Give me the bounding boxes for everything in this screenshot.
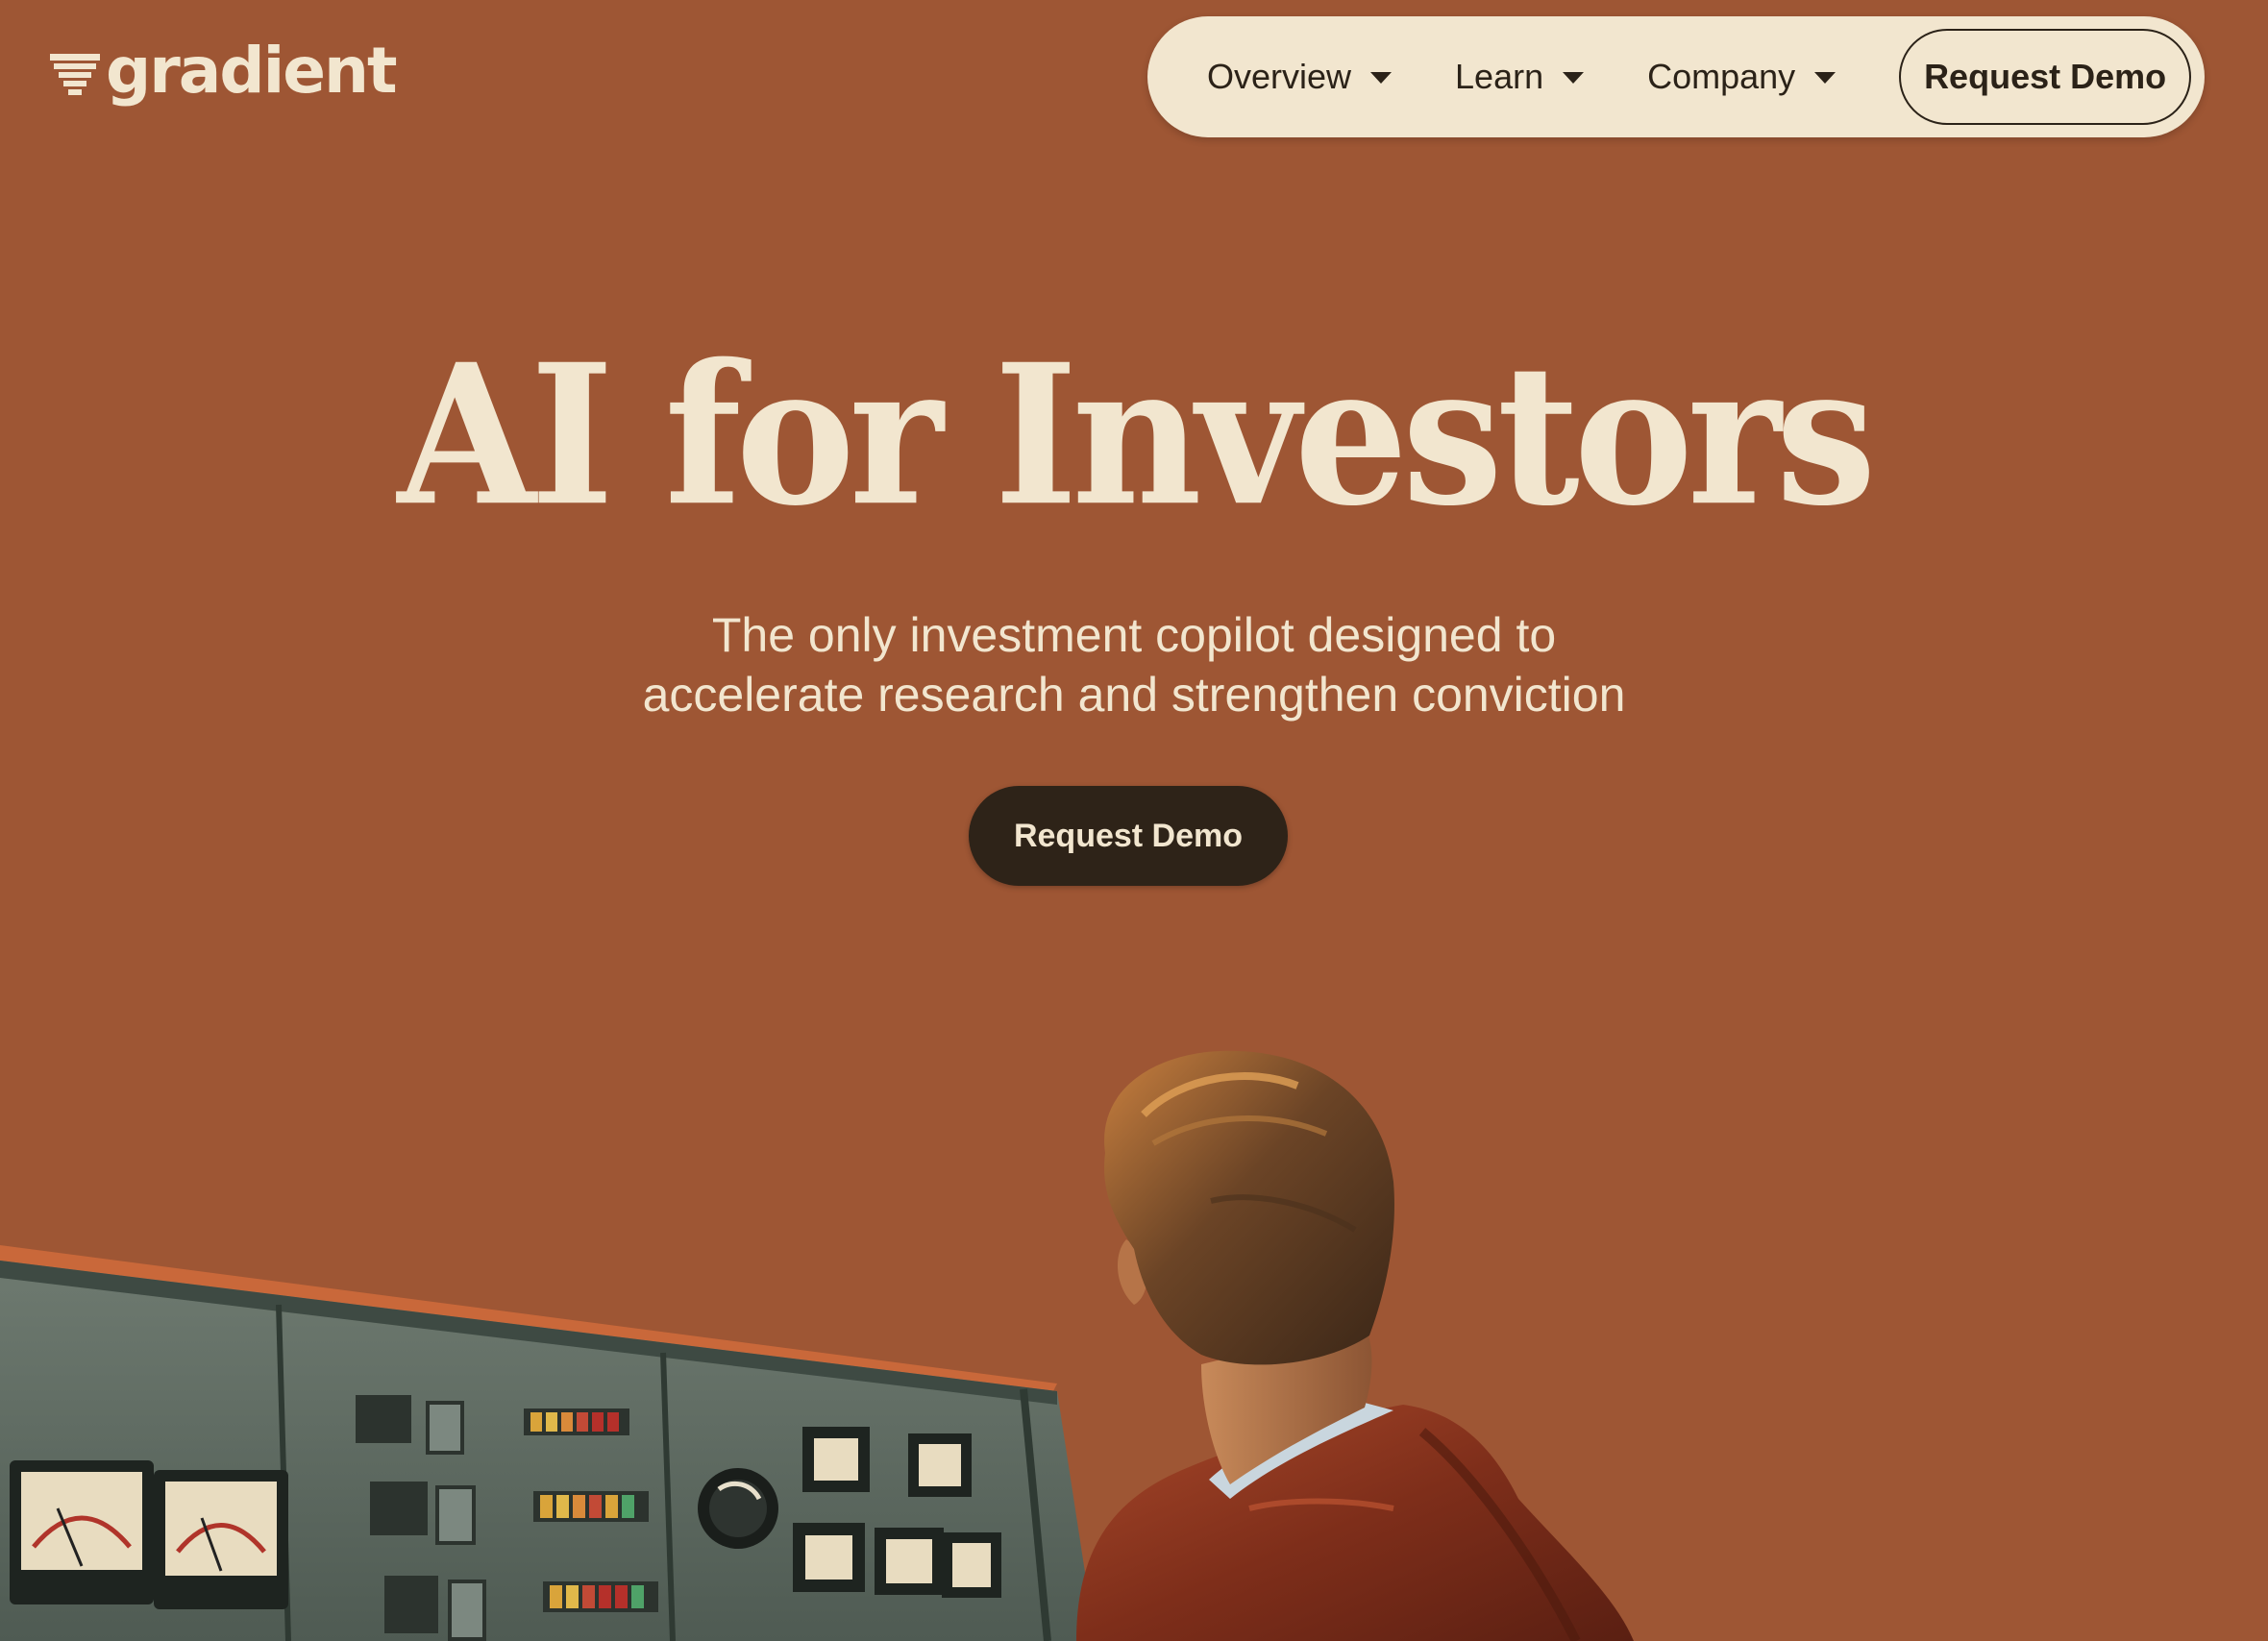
- nav-request-demo-button[interactable]: Request Demo: [1899, 29, 2191, 125]
- main-nav: Overview Learn Company Request Demo: [1147, 16, 2205, 137]
- nav-item-learn[interactable]: Learn: [1455, 57, 1585, 97]
- gauge-right: [154, 1470, 288, 1609]
- hero-title: AI for Investors: [397, 321, 1877, 549]
- nav-item-label: Overview: [1207, 57, 1352, 96]
- chevron-down-icon: [1814, 72, 1837, 84]
- gradient-logo-icon: [50, 54, 100, 95]
- chevron-down-icon: [1563, 72, 1585, 84]
- console-panel: [0, 1245, 1096, 1641]
- logo-wordmark: gradient: [106, 34, 397, 108]
- hero-illustration: [0, 1050, 1634, 1641]
- hero-subtitle-line-2: accelerate research and strengthen convi…: [642, 668, 1626, 722]
- hero-subtitle-line-1: The only investment copilot designed to: [711, 608, 1557, 662]
- hero-subtitle: The only investment copilot designed to …: [0, 605, 2268, 724]
- console-knob: [698, 1468, 778, 1549]
- chevron-down-icon: [1370, 72, 1393, 84]
- hero-request-demo-button[interactable]: Request Demo: [969, 786, 1288, 886]
- nav-item-company[interactable]: Company: [1647, 57, 1837, 97]
- page: gradient Overview Learn Company Request …: [0, 0, 2268, 1641]
- nav-item-label: Learn: [1455, 57, 1544, 96]
- operator-figure: [1076, 1050, 1634, 1641]
- nav-item-label: Company: [1647, 57, 1796, 96]
- nav-item-overview[interactable]: Overview: [1207, 57, 1393, 97]
- gauge-left: [10, 1460, 154, 1604]
- logo[interactable]: gradient: [50, 34, 397, 113]
